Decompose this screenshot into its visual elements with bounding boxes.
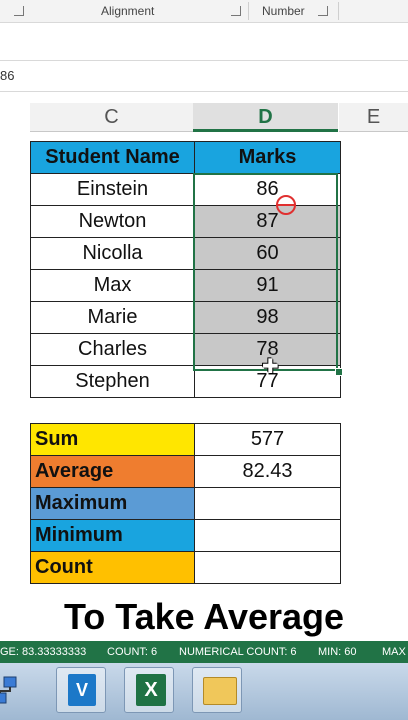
taskbar-network-app[interactable] <box>0 667 40 713</box>
cell-name[interactable]: Newton <box>30 205 195 238</box>
excel-icon: X <box>136 674 166 706</box>
stat-value-sum[interactable]: 577 <box>194 423 341 456</box>
ribbon-separator <box>338 2 339 20</box>
stat-label-maximum[interactable]: Maximum <box>30 487 195 520</box>
visual-studio-icon: V <box>68 674 96 706</box>
formula-bar[interactable]: 86 <box>0 60 408 92</box>
cell-marks[interactable]: 91 <box>194 269 341 302</box>
fill-handle[interactable] <box>335 368 343 376</box>
stat-value-count[interactable] <box>194 551 341 584</box>
column-header-d[interactable]: D <box>193 103 338 132</box>
taskbar-file-explorer[interactable] <box>192 667 242 713</box>
stat-label-minimum[interactable]: Minimum <box>30 519 195 552</box>
column-header-c[interactable]: C <box>30 103 194 132</box>
cell-name[interactable]: Charles <box>30 333 195 366</box>
status-numerical-count[interactable]: NUMERICAL COUNT: 6 <box>179 641 297 663</box>
status-average[interactable]: GE: 83.33333333 <box>0 641 86 663</box>
status-min[interactable]: MIN: 60 <box>318 641 357 663</box>
folder-icon <box>203 677 237 705</box>
student-marks-table: Student Name Marks Einstein 86 Newton 87… <box>30 141 341 398</box>
taskbar: V X <box>0 663 408 720</box>
stat-label-sum[interactable]: Sum <box>30 423 195 456</box>
cell-marks[interactable]: 98 <box>194 301 341 334</box>
video-caption: To Take Average <box>63 596 345 637</box>
cell-name[interactable]: Stephen <box>30 365 195 398</box>
dialog-launcher-icon[interactable] <box>318 6 328 16</box>
cell-name[interactable]: Marie <box>30 301 195 334</box>
stat-value-average[interactable]: 82.43 <box>194 455 341 488</box>
ribbon-separator <box>248 2 249 20</box>
status-max[interactable]: MAX <box>382 641 406 663</box>
ribbon-group-number: Number <box>262 4 305 18</box>
stat-label-count[interactable]: Count <box>30 551 195 584</box>
column-header-e[interactable]: E <box>339 103 408 132</box>
stat-label-average[interactable]: Average <box>30 455 195 488</box>
header-marks[interactable]: Marks <box>194 141 341 174</box>
click-indicator-icon <box>276 195 296 215</box>
cell-name[interactable]: Einstein <box>30 173 195 206</box>
cell-marks[interactable]: 60 <box>194 237 341 270</box>
dialog-launcher-icon[interactable] <box>231 6 241 16</box>
cell-name[interactable]: Max <box>30 269 195 302</box>
formula-value: 86 <box>0 68 15 83</box>
taskbar-visual-studio[interactable]: V <box>56 667 106 713</box>
stat-value-minimum[interactable] <box>194 519 341 552</box>
taskbar-excel[interactable]: X <box>124 667 174 713</box>
cell-marks[interactable]: 86 <box>194 173 341 206</box>
cell-marks[interactable]: 87 <box>194 205 341 238</box>
status-bar: GE: 83.33333333 COUNT: 6 NUMERICAL COUNT… <box>0 641 408 663</box>
statistics-table: Sum 577 Average 82.43 Maximum Minimum Co… <box>30 423 341 584</box>
network-icon <box>0 676 17 704</box>
cell-name[interactable]: Nicolla <box>30 237 195 270</box>
ribbon-bar: Alignment Number <box>0 0 408 23</box>
cross-cursor-icon: ✚ <box>262 356 279 378</box>
status-count[interactable]: COUNT: 6 <box>107 641 157 663</box>
ribbon-group-alignment: Alignment <box>101 4 155 18</box>
header-student-name[interactable]: Student Name <box>30 141 195 174</box>
stat-value-maximum[interactable] <box>194 487 341 520</box>
dialog-launcher-icon[interactable] <box>14 6 24 16</box>
